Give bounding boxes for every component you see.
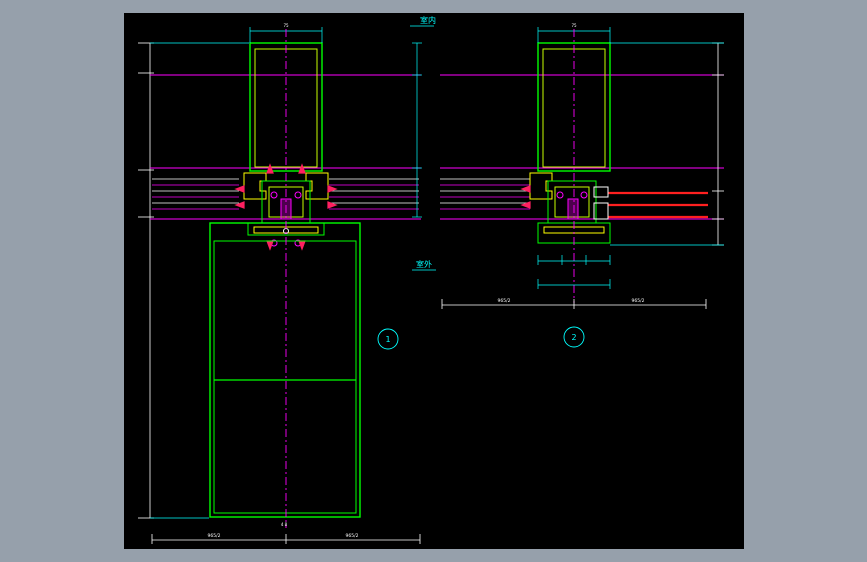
section-mark-2: 2 xyxy=(571,333,576,342)
dim-top-mullion: 75 xyxy=(283,23,289,28)
section2-profile xyxy=(529,172,611,244)
section2-right-dim xyxy=(712,42,724,246)
dim-left-vertical xyxy=(138,42,154,519)
section1-bottom-dim xyxy=(151,534,421,544)
section-mark-1: 1 xyxy=(385,335,390,344)
section2-glass-lines xyxy=(440,178,530,210)
section2-dim-right-label: 965/2 xyxy=(632,298,645,304)
section2-dim-left-label: 965/2 xyxy=(498,298,511,304)
section1-dim-inner-label: 4 8 xyxy=(281,522,288,527)
label-interior: 室内 xyxy=(420,15,436,25)
section2-right-extensions xyxy=(610,42,724,246)
section1-dim-right-label: 965/2 xyxy=(346,533,359,539)
cad-drawing: 75 965/2 965/2 4 8 室内 室外 1 75 965/2 965/… xyxy=(138,15,724,544)
dim-left-extensions xyxy=(150,42,249,519)
drawing-canvas[interactable]: 75 965/2 965/2 4 8 室内 室外 1 75 965/2 965/… xyxy=(124,13,744,549)
section2-red-glass xyxy=(608,191,708,219)
section1-lower-panel xyxy=(209,222,361,518)
section1-dim-left-label: 965/2 xyxy=(208,533,221,539)
label-exterior: 室外 xyxy=(416,259,432,269)
section2-bottom-dim xyxy=(441,299,707,309)
dim-top-mullion-2: 75 xyxy=(571,23,577,28)
cad-viewport[interactable]: 75 965/2 965/2 4 8 室内 室外 1 75 965/2 965/… xyxy=(0,0,867,562)
